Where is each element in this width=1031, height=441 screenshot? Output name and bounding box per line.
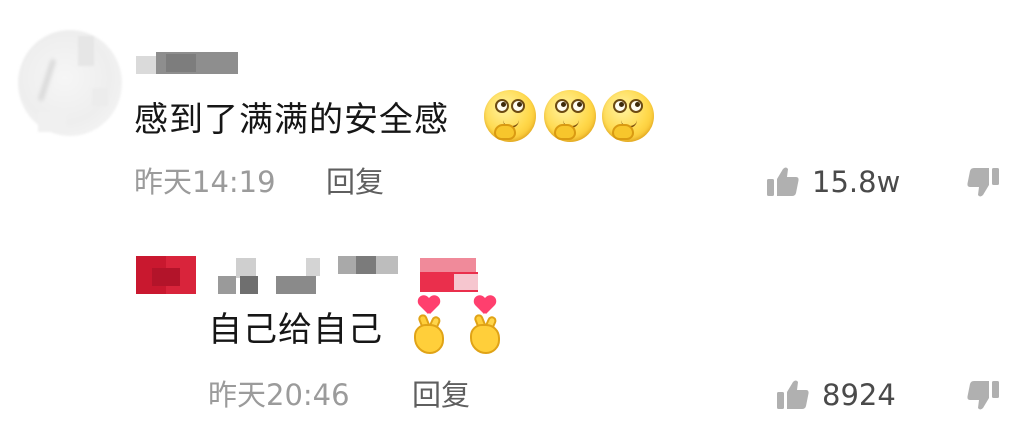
thumbs-down-icon[interactable] (966, 166, 1000, 198)
reply-button[interactable]: 回复 (326, 165, 384, 199)
thinking-face-emoji (484, 90, 536, 142)
reply-username-redacted[interactable] (214, 254, 480, 296)
thinking-face-emoji (602, 90, 654, 142)
reply-text: 自己给自己 (208, 310, 383, 350)
comment-text: 感到了满满的安全感 (134, 100, 449, 140)
thumbs-up-icon[interactable] (776, 379, 810, 411)
comment-text-content: 感到了满满的安全感 (134, 100, 449, 140)
comment-timestamp: 昨天14:19 (134, 165, 276, 199)
thumbs-down-icon[interactable] (966, 379, 1000, 411)
username-redacted[interactable] (136, 52, 238, 76)
reply-avatar-redacted[interactable] (136, 256, 196, 294)
avatar[interactable] (18, 30, 122, 136)
thinking-face-emoji (544, 90, 596, 142)
like-count: 8924 (822, 378, 896, 412)
finger-heart-emoji (410, 296, 450, 358)
finger-heart-emoji (466, 296, 506, 358)
thumbs-up-icon[interactable] (766, 166, 800, 198)
like-count: 15.8w (812, 165, 901, 199)
comment-thread: 感到了满满的安全感 昨天14:19 回复 15.8w 自己给自己 昨天20:46… (0, 0, 1031, 441)
reply-button[interactable]: 回复 (412, 378, 470, 412)
reply-text-content: 自己给自己 (208, 310, 383, 350)
reply-timestamp: 昨天20:46 (208, 378, 350, 412)
